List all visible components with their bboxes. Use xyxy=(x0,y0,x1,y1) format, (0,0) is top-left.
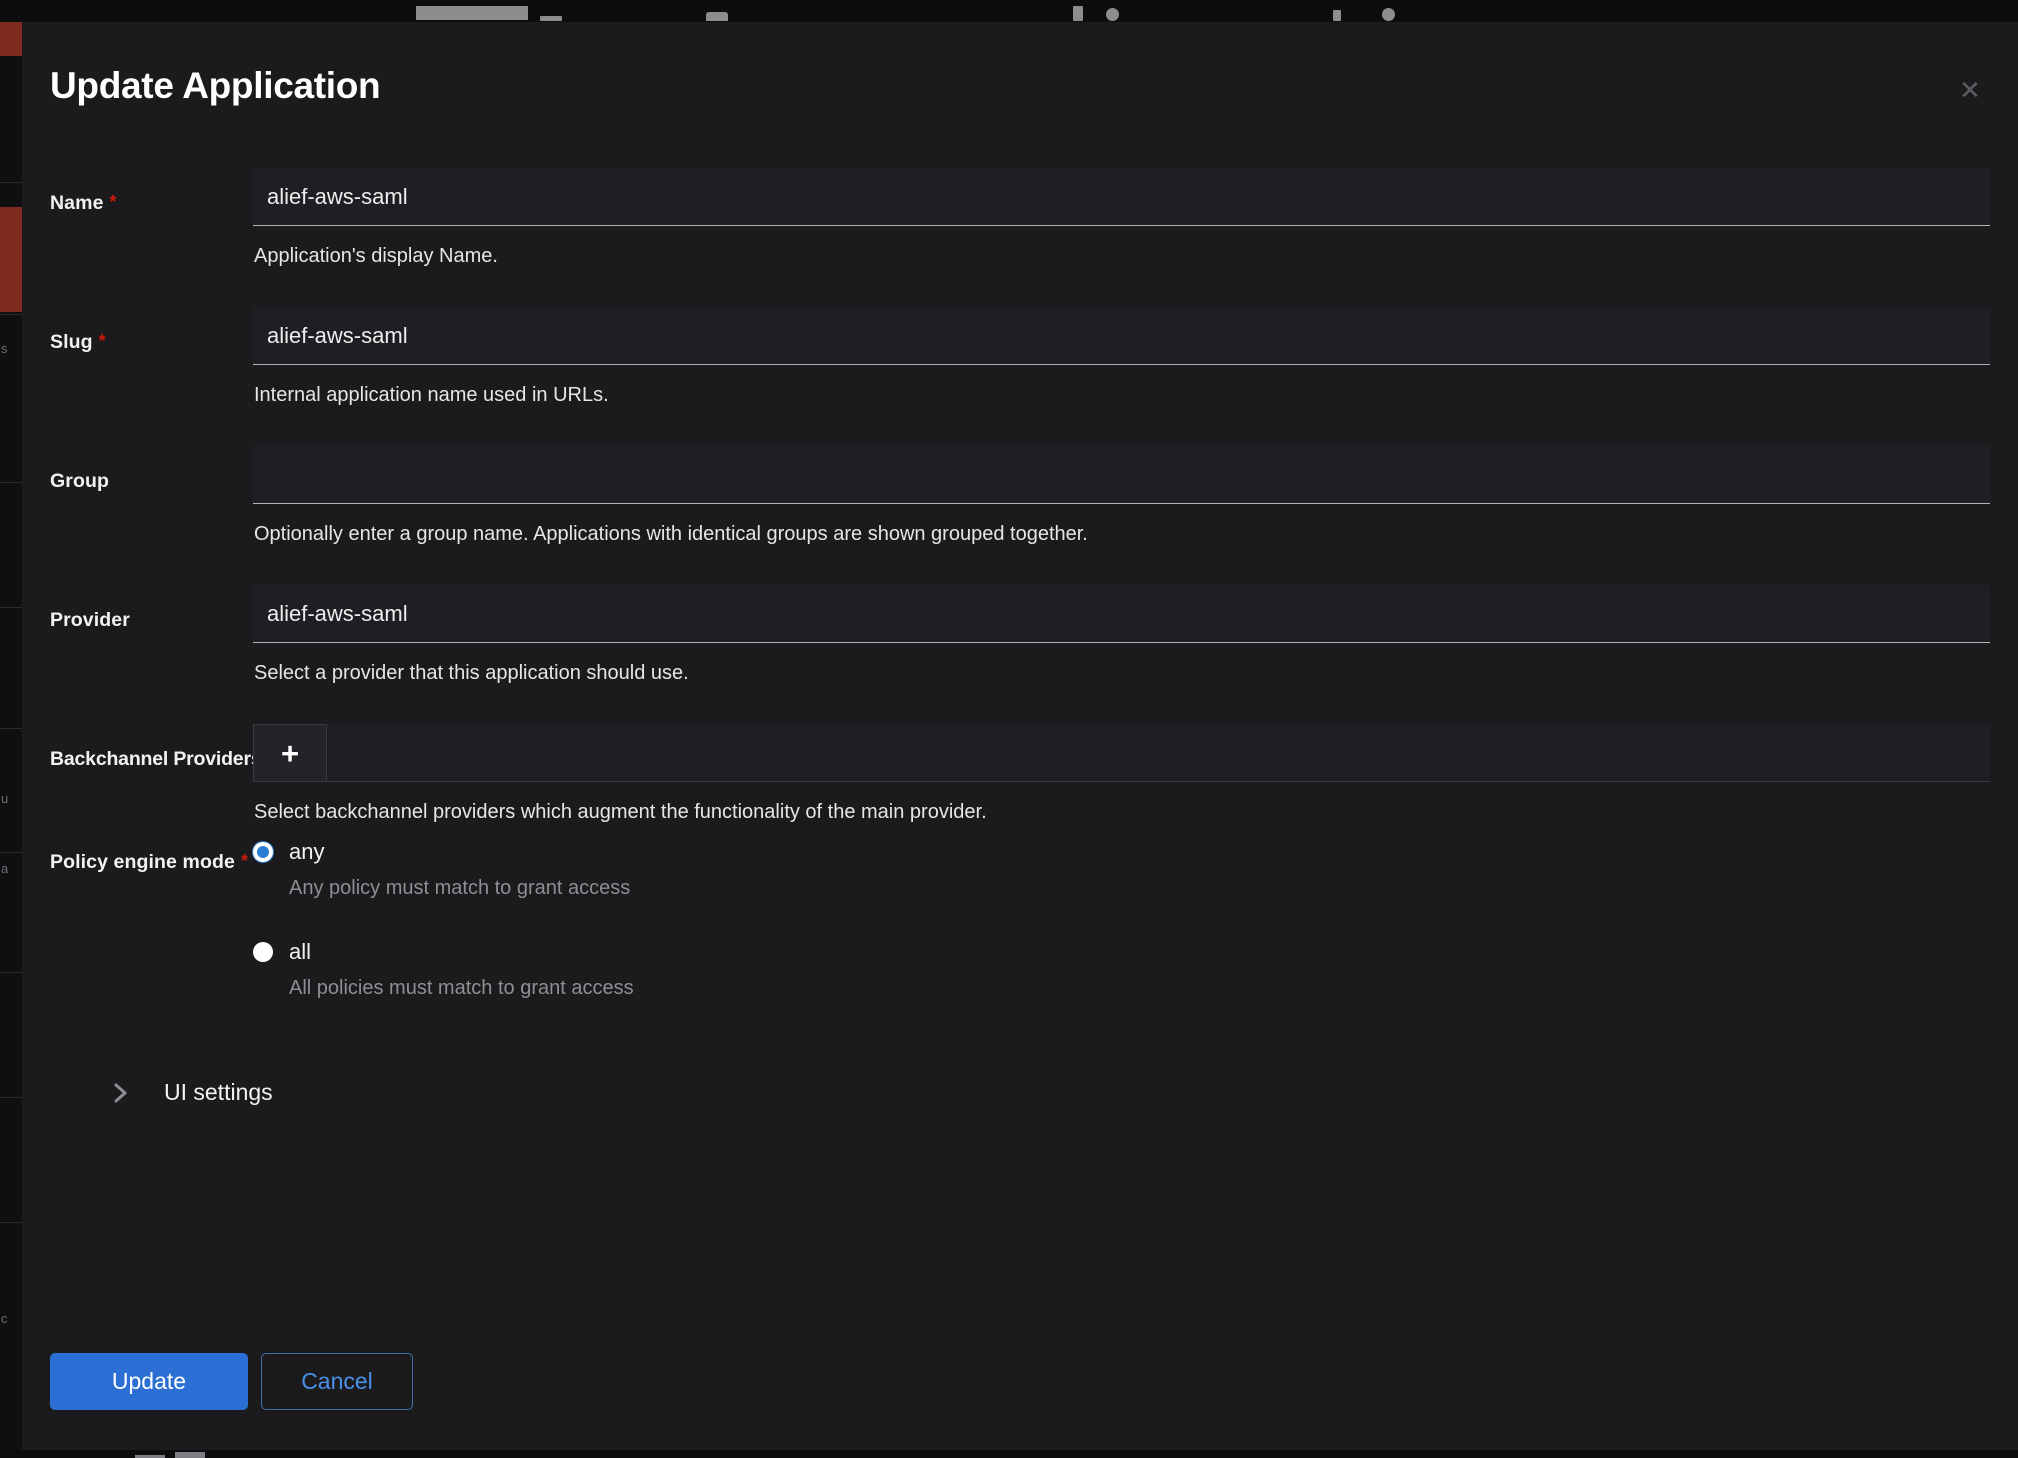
provider-field-col: Select a provider that this application … xyxy=(253,585,1990,686)
group-hint: Optionally enter a group name. Applicati… xyxy=(254,523,1088,545)
ui-settings-expander[interactable]: UI settings xyxy=(110,1079,273,1106)
provider-label: Provider xyxy=(50,585,253,632)
topbar-glyph-bar xyxy=(1073,6,1083,21)
field-row-backchannel-providers: Backchannel Providers + Select backchann… xyxy=(50,724,1990,825)
radio-option-any[interactable]: any xyxy=(253,835,1990,869)
group-field-col: Optionally enter a group name. Applicati… xyxy=(253,446,1990,547)
provider-hint: Select a provider that this application … xyxy=(254,662,689,684)
field-row-name: Name* Application's display Name. xyxy=(50,168,1990,269)
radio-all-icon[interactable] xyxy=(253,942,273,962)
topbar-glyph-caret xyxy=(540,16,562,21)
modal-footer: Update Cancel xyxy=(50,1353,413,1410)
rail-divider-1 xyxy=(0,182,22,183)
rail-accent-mid xyxy=(0,207,22,312)
spacer-after-group xyxy=(50,547,1990,585)
rail-divider-9 xyxy=(0,1222,22,1223)
backchannel-providers-label-text: Backchannel Providers xyxy=(50,748,262,770)
radio-any-icon[interactable] xyxy=(253,842,273,862)
slug-hint: Internal application name used in URLs. xyxy=(254,384,609,406)
topbar-glyph-bar2 xyxy=(1333,10,1341,21)
name-label-text: Name xyxy=(50,192,104,214)
background-bottom-strip xyxy=(0,1450,2018,1458)
required-asterisk: * xyxy=(98,331,106,351)
rail-divider-3 xyxy=(0,482,22,483)
backchannel-hint: Select backchannel providers which augme… xyxy=(254,801,987,823)
required-asterisk: * xyxy=(240,851,249,871)
topbar-glyph-tab xyxy=(416,6,528,20)
rail-divider-5 xyxy=(0,728,22,729)
slug-input[interactable] xyxy=(253,307,1990,365)
rail-divider-4 xyxy=(0,607,22,608)
close-icon[interactable]: ✕ xyxy=(1950,70,1990,110)
rail-accent-top xyxy=(0,22,22,56)
ui-settings-label: UI settings xyxy=(164,1079,273,1105)
topbar-glyph-arrow xyxy=(706,12,728,21)
topbar-glyph-dot1 xyxy=(1106,8,1119,21)
name-input[interactable] xyxy=(253,168,1990,226)
provider-select[interactable] xyxy=(253,585,1990,643)
slug-field-col: Internal application name used in URLs. xyxy=(253,307,1990,408)
rail-text-2: a xyxy=(1,862,9,876)
required-asterisk: * xyxy=(109,192,117,212)
chevron-right-icon xyxy=(110,1082,132,1104)
policy-engine-mode-label-text: Policy engine mode xyxy=(50,851,235,873)
update-button[interactable]: Update xyxy=(50,1353,248,1410)
radio-any-label: any xyxy=(289,839,325,864)
modal-header: Update Application ✕ xyxy=(22,22,2018,140)
name-hint: Application's display Name. xyxy=(254,245,498,267)
field-row-policy-engine-mode: Policy engine mode * any Any policy must … xyxy=(50,835,1990,1001)
group-label-text: Group xyxy=(50,470,109,492)
rail-divider-6 xyxy=(0,852,22,853)
field-row-provider: Provider Select a provider that this app… xyxy=(50,585,1990,686)
group-label: Group xyxy=(50,446,253,493)
backchannel-field-col: + Select backchannel providers which aug… xyxy=(253,724,1990,825)
policy-engine-mode-label: Policy engine mode * xyxy=(50,835,253,874)
rail-text-3: c xyxy=(1,1312,8,1326)
field-row-slug: Slug* Internal application name used in … xyxy=(50,307,1990,408)
radio-gap xyxy=(253,901,1990,935)
name-field-col: Application's display Name. xyxy=(253,168,1990,269)
modal-body: Name* Application's display Name. Slug* … xyxy=(22,168,2018,1106)
rail-divider-7 xyxy=(0,972,22,973)
radio-option-all[interactable]: all xyxy=(253,935,1990,969)
name-label: Name * xyxy=(50,168,253,215)
radio-all-label: all xyxy=(289,939,312,964)
backchannel-providers-control: + xyxy=(253,724,1990,782)
update-application-modal: Update Application ✕ Name* Application's… xyxy=(22,22,2018,1450)
rail-divider-2 xyxy=(0,314,22,315)
spacer-after-provider xyxy=(50,686,1990,724)
background-left-rail: s u a c xyxy=(0,22,22,1458)
slug-label: Slug * xyxy=(50,307,253,354)
spacer-after-name xyxy=(50,269,1990,307)
rail-text-1: u xyxy=(1,792,9,806)
page-title: Update Application xyxy=(50,65,381,106)
topbar-glyph-dot2 xyxy=(1382,8,1395,21)
provider-label-text: Provider xyxy=(50,609,130,631)
browser-topbar xyxy=(0,0,2018,22)
plus-icon[interactable]: + xyxy=(253,724,327,782)
cancel-button[interactable]: Cancel xyxy=(261,1353,413,1410)
radio-any-description: Any policy must match to grant access xyxy=(289,877,631,899)
field-row-group: Group Optionally enter a group name. App… xyxy=(50,446,1990,547)
rail-divider-8 xyxy=(0,1097,22,1098)
radio-all-description: All policies must match to grant access xyxy=(289,977,634,999)
slug-label-text: Slug xyxy=(50,331,93,353)
backchannel-providers-label: Backchannel Providers xyxy=(50,724,262,771)
rail-text-0: s xyxy=(1,342,8,356)
policy-engine-mode-options: any Any policy must match to grant acces… xyxy=(253,835,1990,1001)
bottom-glyph-2 xyxy=(175,1452,205,1458)
spacer-after-slug xyxy=(50,408,1990,446)
group-input[interactable] xyxy=(253,446,1990,504)
